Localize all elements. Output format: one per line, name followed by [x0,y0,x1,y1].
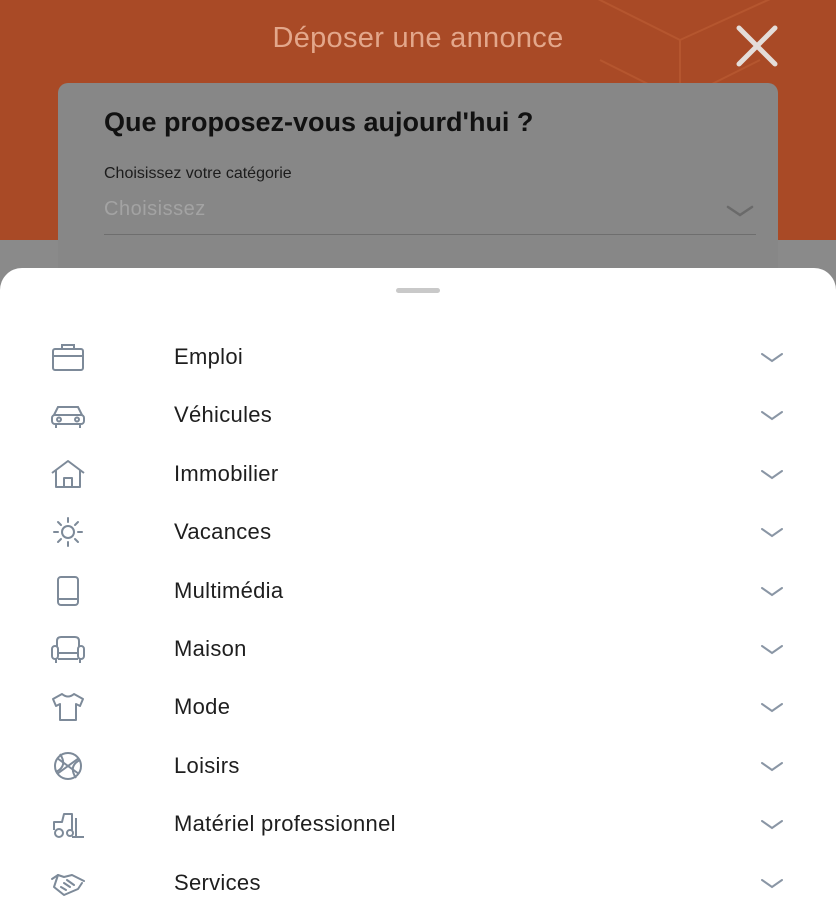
chevron-down-icon [761,353,783,363]
category-placeholder: Choisissez [104,198,206,220]
category-item-materiel-professionnel[interactable]: Matériel professionnel [0,795,836,853]
house-icon [51,459,85,488]
category-label: Multimédia [174,577,284,603]
category-label: Emploi [174,344,244,369]
category-item-immobilier[interactable]: Immobilier [0,445,836,503]
category-item-mode[interactable]: Mode [0,678,836,736]
handshake-icon [51,873,85,896]
chevron-down-icon [761,820,783,830]
sheet-drag-handle[interactable] [396,288,440,293]
category-label: Matériel professionnel [174,811,396,837]
chevron-down-icon [761,644,783,655]
category-label: Choisissez votre catégorie [104,165,292,182]
category-item-multimedia[interactable]: Multimédia [0,562,836,620]
armchair-icon [51,635,85,663]
chevron-down-icon [761,703,783,713]
chevron-down-icon [761,469,783,480]
category-item-services[interactable]: Services [0,854,836,912]
category-item-vehicules[interactable]: Véhicules [0,386,836,444]
category-select[interactable]: Choisissez [104,188,756,235]
category-item-loisirs[interactable]: Loisirs [0,737,836,795]
chevron-down-icon [761,586,783,596]
category-label: Immobilier [174,460,279,486]
chevron-down-icon [761,761,783,771]
close-button[interactable] [733,24,781,68]
sun-icon [53,517,83,548]
close-icon [736,25,778,67]
category-label: Maison [174,635,247,661]
form-title: Que proposez-vous aujourd'hui ? [104,107,534,137]
category-item-vacances[interactable]: Vacances [0,503,836,561]
chevron-down-icon [761,878,783,888]
category-bottom-sheet: Emploi Véhicules Immobilier Vacances Mul… [0,268,836,908]
category-label: Mode [174,694,231,720]
category-item-emploi[interactable]: Emploi [0,328,836,386]
category-list: Emploi Véhicules Immobilier Vacances Mul… [0,328,836,912]
chevron-down-icon [761,411,783,421]
ball-icon [54,751,82,780]
tshirt-icon [52,693,84,722]
car-icon [51,406,85,429]
category-item-maison[interactable]: Maison [0,620,836,678]
chevron-down-icon [761,528,783,538]
category-label: Véhicules [174,402,273,428]
tablet-icon [57,575,79,606]
tractor-icon [53,813,84,839]
category-label: Vacances [174,519,272,545]
category-label: Services [174,869,261,895]
briefcase-icon [52,344,84,371]
category-label: Loisirs [174,752,240,778]
page-title: Déposer une annonce [272,22,564,54]
chevron-down-icon [726,205,754,217]
